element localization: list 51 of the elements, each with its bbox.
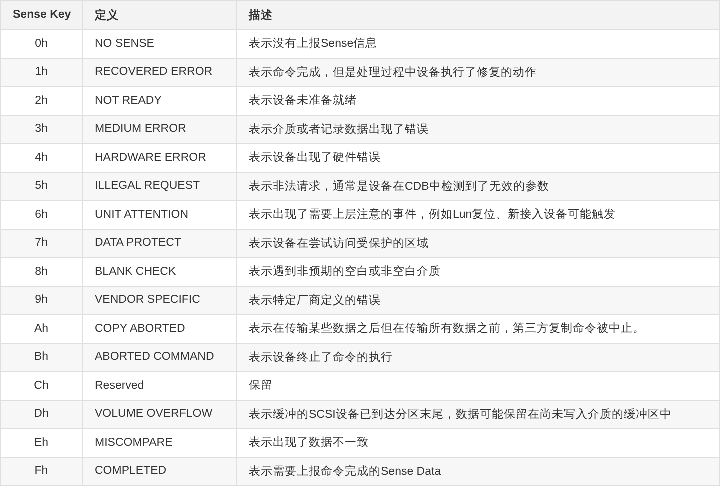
table-cell: ILLEGAL REQUEST (82, 172, 236, 200)
table-cell: 表示在传输某些数据之后但在传输所有数据之前，第三方复制命令被中止。 (236, 314, 720, 343)
table-cell: Ah (0, 314, 82, 343)
table-cell: VOLUME OVERFLOW (82, 400, 236, 428)
table-cell: 4h (0, 144, 82, 172)
table-cell: HARDWARE ERROR (82, 144, 236, 172)
table-cell: 表示非法请求，通常是设备在CDB中检测到了无效的参数 (236, 172, 720, 200)
table-cell: 表示缓冲的SCSI设备已到达分区末尾，数据可能保留在尚未写入介质的缓冲区中 (236, 400, 720, 428)
table-cell: UNIT ATTENTION (82, 200, 236, 229)
table-cell: COMPLETED (82, 457, 236, 486)
table-cell: NO SENSE (82, 30, 236, 58)
table-cell: VENDOR SPECIFIC (82, 286, 236, 314)
table-cell: Dh (0, 400, 82, 428)
column-header: 定义 (82, 0, 236, 30)
table-cell: Eh (0, 428, 82, 457)
table-cell: 9h (0, 286, 82, 314)
table-cell: RECOVERED ERROR (82, 58, 236, 86)
table-cell: 7h (0, 229, 82, 258)
table-cell: ABORTED COMMAND (82, 343, 236, 372)
table-cell: BLANK CHECK (82, 258, 236, 286)
column-header: Sense Key (0, 0, 82, 30)
table-cell: 表示出现了数据不一致 (236, 428, 720, 457)
table-cell: Fh (0, 457, 82, 486)
table-cell: 表示命令完成，但是处理过程中设备执行了修复的动作 (236, 58, 720, 86)
table-cell: Ch (0, 372, 82, 400)
table-cell: NOT READY (82, 86, 236, 115)
table-cell: 表示没有上报Sense信息 (236, 30, 720, 58)
table-cell: 8h (0, 258, 82, 286)
table-cell: 表示遇到非预期的空白或非空白介质 (236, 258, 720, 286)
table-cell: 表示出现了需要上层注意的事件，例如Lun复位、新接入设备可能触发 (236, 200, 720, 229)
table-cell: 表示设备终止了命令的执行 (236, 343, 720, 372)
table-cell: 保留 (236, 372, 720, 400)
table-cell: 3h (0, 115, 82, 144)
table-cell: 表示设备出现了硬件错误 (236, 144, 720, 172)
table-cell: MISCOMPARE (82, 428, 236, 457)
column-header: 描述 (236, 0, 720, 30)
table-cell: COPY ABORTED (82, 314, 236, 343)
table-cell: Reserved (82, 372, 236, 400)
table-cell: 0h (0, 30, 82, 58)
table-cell: 5h (0, 172, 82, 200)
table-cell: DATA PROTECT (82, 229, 236, 258)
table-cell: 6h (0, 200, 82, 229)
table-cell: MEDIUM ERROR (82, 115, 236, 144)
table-cell: Bh (0, 343, 82, 372)
table-cell: 表示特定厂商定义的错误 (236, 286, 720, 314)
table-cell: 表示介质或者记录数据出现了错误 (236, 115, 720, 144)
table-cell: 1h (0, 58, 82, 86)
table-cell: 表示需要上报命令完成的Sense Data (236, 457, 720, 486)
table-cell: 2h (0, 86, 82, 115)
table-cell: 表示设备在尝试访问受保护的区域 (236, 229, 720, 258)
table-cell: 表示设备未准备就绪 (236, 86, 720, 115)
